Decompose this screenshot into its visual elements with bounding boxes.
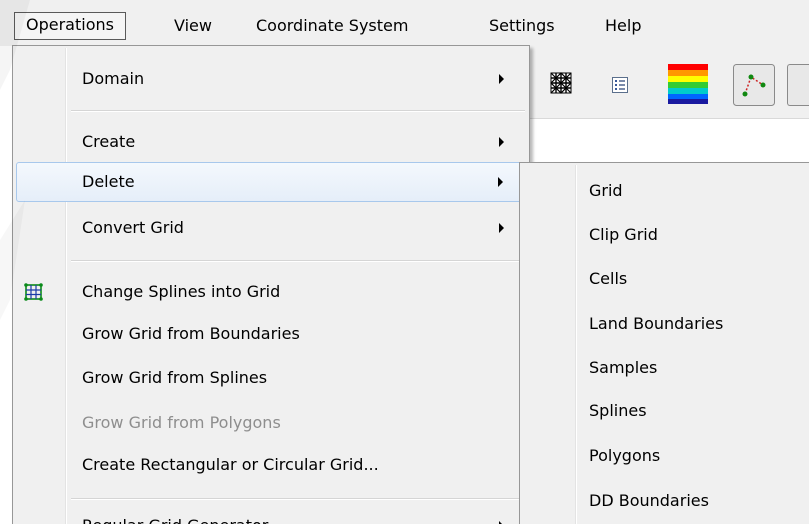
menu-item-label: Grid xyxy=(589,181,623,200)
menu-item-label: Splines xyxy=(589,401,647,420)
submenu-item-cells[interactable]: Cells xyxy=(523,259,809,299)
menu-item-label: Land Boundaries xyxy=(589,314,724,333)
submenu-item-dd-boundaries[interactable]: DD Boundaries xyxy=(523,481,809,521)
menu-bar: Operations View Coordinate System Settin… xyxy=(0,0,809,46)
menu-coordinate-system[interactable]: Coordinate System xyxy=(256,12,408,40)
submenu-arrow-icon xyxy=(499,74,504,84)
menu-item-label: Delete xyxy=(82,172,135,191)
menu-item-grow-grid-from-polygons: Grow Grid from Polygons xyxy=(16,403,526,443)
operations-menu: Domain Create Delete Convert Grid Change… xyxy=(12,45,530,524)
menu-item-domain[interactable]: Domain xyxy=(16,59,526,99)
menu-item-change-splines-into-grid[interactable]: Change Splines into Grid xyxy=(16,272,526,312)
menu-item-label: Create Rectangular or Circular Grid... xyxy=(82,455,379,474)
menu-item-label: Create xyxy=(82,132,136,151)
submenu-item-land-boundaries[interactable]: Land Boundaries xyxy=(523,304,809,344)
color-scale-icon[interactable] xyxy=(668,64,708,104)
menu-item-grow-grid-from-boundaries[interactable]: Grow Grid from Boundaries xyxy=(16,314,526,354)
menu-item-label: Samples xyxy=(589,358,658,377)
submenu-item-clip-grid[interactable]: Clip Grid xyxy=(523,215,809,255)
menu-item-label: DD Boundaries xyxy=(589,491,709,510)
menu-item-create-rectangular-or-circular-grid[interactable]: Create Rectangular or Circular Grid... xyxy=(16,445,526,485)
spline-edit-icon[interactable] xyxy=(733,64,775,106)
canvas-area xyxy=(528,119,809,164)
submenu-item-splines[interactable]: Splines xyxy=(523,391,809,431)
toolbar-button-partial[interactable] xyxy=(787,64,809,106)
menu-item-label: Convert Grid xyxy=(82,218,184,237)
submenu-item-grid[interactable]: Grid xyxy=(523,171,809,211)
menu-separator xyxy=(71,260,525,262)
submenu-arrow-icon xyxy=(498,177,503,187)
menu-item-grow-grid-from-splines[interactable]: Grow Grid from Splines xyxy=(16,358,526,398)
menu-item-label: Grow Grid from Boundaries xyxy=(82,324,300,343)
menu-operations[interactable]: Operations xyxy=(14,12,126,40)
menu-view[interactable]: View xyxy=(174,12,212,40)
menu-item-delete[interactable]: Delete xyxy=(16,162,526,202)
menu-item-label: Grow Grid from Polygons xyxy=(82,413,281,432)
submenu-item-polygons[interactable]: Polygons xyxy=(523,436,809,476)
menu-item-label: Clip Grid xyxy=(589,225,658,244)
properties-list-icon[interactable] xyxy=(612,77,628,93)
toolbar xyxy=(528,46,809,119)
submenu-arrow-icon xyxy=(499,137,504,147)
grid-pattern-icon[interactable] xyxy=(550,72,572,94)
menu-item-convert-grid[interactable]: Convert Grid xyxy=(16,208,526,248)
menu-settings[interactable]: Settings xyxy=(489,12,555,40)
menu-separator xyxy=(71,498,525,500)
menu-item-label: Cells xyxy=(589,269,628,288)
delete-submenu: Grid Clip Grid Cells Land Boundaries Sam… xyxy=(519,162,809,524)
menu-item-create[interactable]: Create xyxy=(16,122,526,162)
grid-icon xyxy=(24,283,43,301)
menu-item-label: Regular Grid Generator xyxy=(82,506,268,524)
menu-item-regular-grid-generator[interactable]: Regular Grid Generator xyxy=(16,506,526,524)
menu-item-label: Change Splines into Grid xyxy=(82,282,281,301)
menu-separator xyxy=(71,110,525,112)
menu-item-label: Domain xyxy=(82,69,145,88)
menu-item-label: Polygons xyxy=(589,446,661,465)
submenu-arrow-icon xyxy=(499,223,504,233)
menu-help[interactable]: Help xyxy=(605,12,641,40)
menu-item-label: Grow Grid from Splines xyxy=(82,368,268,387)
submenu-item-samples[interactable]: Samples xyxy=(523,348,809,388)
